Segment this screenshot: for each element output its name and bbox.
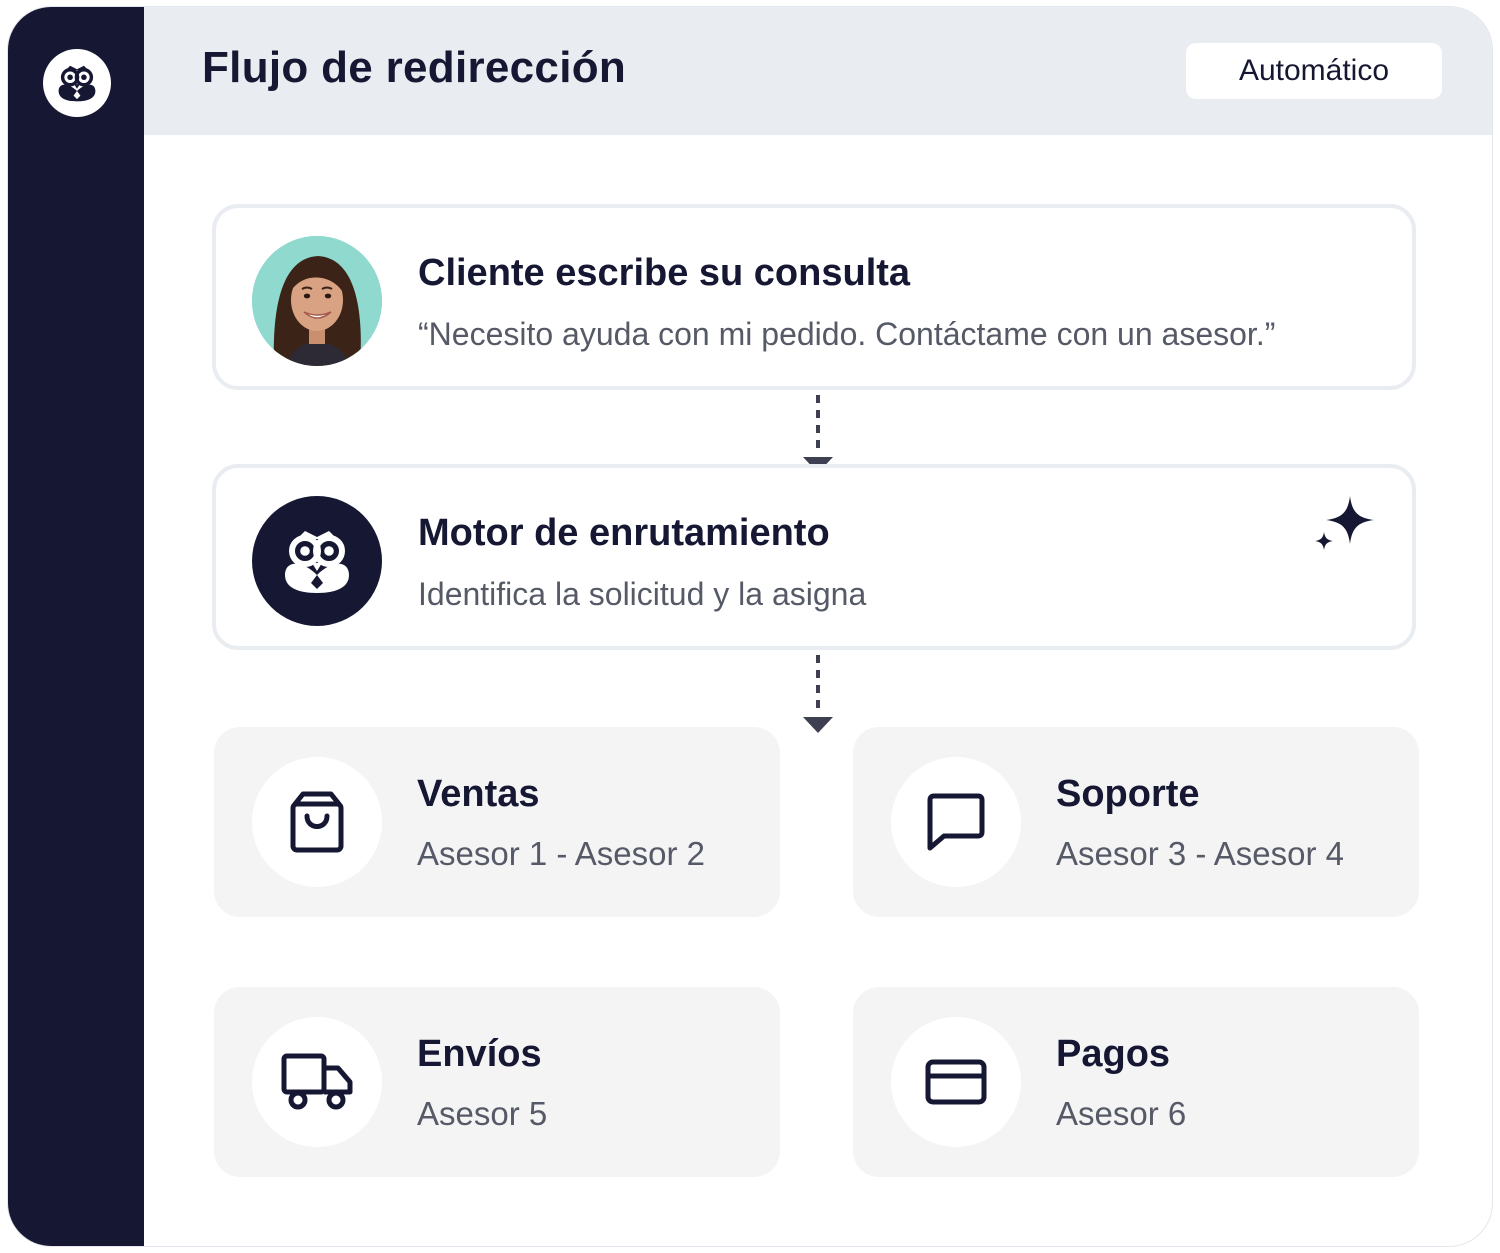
team-agents: Asesor 1 - Asesor 2 (417, 835, 705, 872)
team-card-payments[interactable]: Pagos Asesor 6 (853, 987, 1419, 1177)
team-agents: Asesor 3 - Asesor 4 (1056, 835, 1344, 872)
team-name: Pagos (1056, 1033, 1171, 1075)
flow-step-title: Cliente escribe su consulta (418, 252, 911, 294)
shopping-bag-icon (252, 757, 382, 887)
team-card-shipping[interactable]: Envíos Asesor 5 (214, 987, 780, 1177)
team-agents: Asesor 6 (1056, 1095, 1187, 1132)
flow-step-title: Motor de enrutamiento (418, 512, 830, 554)
credit-card-icon (891, 1017, 1021, 1147)
customer-avatar (252, 236, 382, 366)
flow-connector-arrow (803, 655, 833, 733)
sidebar (8, 7, 144, 1246)
truck-icon (252, 1017, 382, 1147)
page-title: Flujo de redirección (202, 43, 627, 92)
sparkle-icon (1315, 496, 1374, 550)
team-name: Ventas (417, 773, 540, 815)
owl-logo-icon (252, 496, 382, 626)
header-bar: Flujo de redirección Automático (144, 7, 1492, 135)
flow-step-routing-engine: Motor de enrutamiento Identifica la soli… (212, 464, 1416, 650)
team-agents: Asesor 5 (417, 1095, 548, 1132)
team-name: Soporte (1056, 773, 1200, 815)
team-name: Envíos (417, 1033, 542, 1075)
flow-step-customer: Cliente escribe su consulta “Necesito ay… (212, 204, 1416, 390)
owl-logo-icon[interactable] (43, 49, 111, 117)
mode-badge[interactable]: Automático (1186, 43, 1442, 99)
app-window: Flujo de redirección Automático Cliente … (7, 6, 1493, 1247)
team-card-sales[interactable]: Ventas Asesor 1 - Asesor 2 (214, 727, 780, 917)
flow-step-description: Identifica la solicitud y la asigna (418, 576, 867, 612)
customer-message: “Necesito ayuda con mi pedido. Contáctam… (418, 316, 1276, 352)
chat-bubble-icon (891, 757, 1021, 887)
team-card-support[interactable]: Soporte Asesor 3 - Asesor 4 (853, 727, 1419, 917)
